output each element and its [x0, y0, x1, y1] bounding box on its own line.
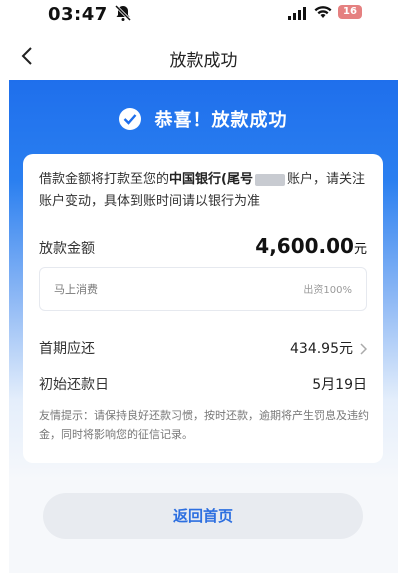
clock-time: 03:47 [48, 4, 108, 25]
loan-amount: 4,600.00元 [255, 234, 367, 258]
notice-prefix: 借款金额将打款至您的 [39, 172, 170, 187]
success-title: 恭喜！放款成功 [154, 110, 288, 131]
success-header: 恭喜！放款成功 [0, 106, 407, 136]
notice-bank: 中国银行(尾号 [169, 172, 253, 187]
first-repayment-row[interactable]: 434.95元 [290, 338, 367, 358]
bell-muted-icon [114, 4, 132, 22]
masked-account-number [254, 173, 285, 186]
loan-details-card: 借款金额将打款至您的中国银行(尾号 账户，请关注账户变动，具体到账时间请以银行为准… [23, 154, 383, 463]
battery-icon: 16 [338, 5, 362, 19]
nav-bar: 放款成功 [0, 34, 407, 80]
chevron-right-icon [360, 343, 367, 355]
funding-share: 出资100% [303, 285, 352, 296]
loan-amount-label: 放款金额 [39, 241, 95, 257]
wifi-icon [314, 6, 332, 18]
status-bar: 03:47 16 [0, 0, 407, 34]
battery-level: 16 [343, 6, 357, 17]
disbursement-notice: 借款金额将打款至您的中国银行(尾号 账户，请关注账户变动，具体到账时间请以银行为准 [39, 169, 369, 213]
loan-amount-value: 4,600.00 [255, 234, 354, 258]
page-title: 放款成功 [169, 51, 238, 71]
funding-source-box: 马上消费 出资100% [39, 267, 367, 311]
first-repayment-value: 434.95元 [290, 341, 353, 357]
check-circle-icon [119, 108, 142, 130]
first-repayment-label: 首期应还 [39, 341, 95, 357]
lender-name: 马上消费 [54, 283, 98, 296]
initial-repay-date-value: 5月19日 [312, 377, 367, 393]
initial-repay-date-label: 初始还款日 [39, 377, 109, 393]
loan-amount-unit: 元 [353, 242, 367, 257]
friendly-tips: 友情提示：请保持良好还款习惯，按时还款，逾期将产生罚息及违约金，同时将影响您的征… [39, 409, 369, 441]
signal-icon [288, 7, 306, 20]
return-home-button[interactable]: 返回首页 [43, 493, 363, 539]
